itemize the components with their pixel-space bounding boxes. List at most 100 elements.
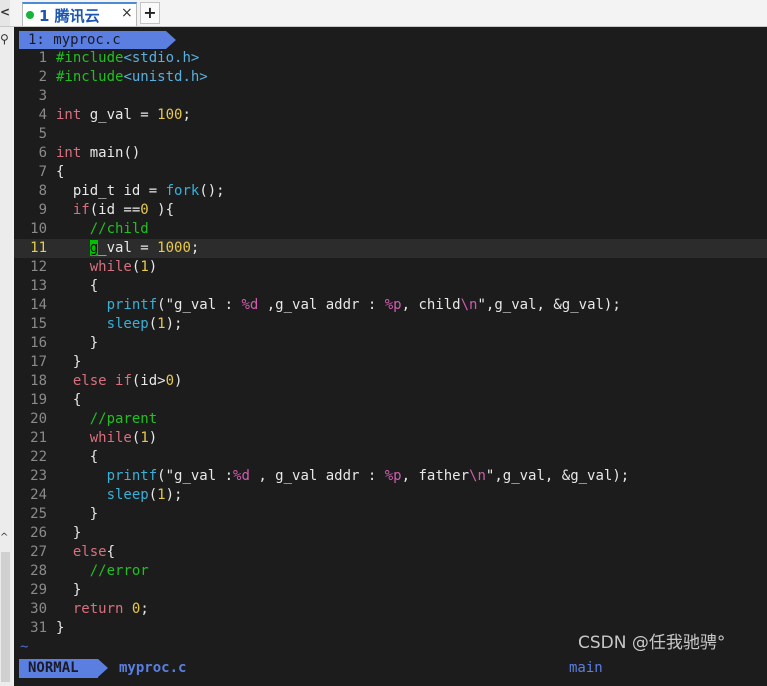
code-text[interactable]: } xyxy=(56,505,98,524)
line-number: 17 xyxy=(30,354,47,370)
watermark: CSDN @任我驰骋° xyxy=(578,633,726,653)
line-number: 10 xyxy=(30,221,47,237)
code-text[interactable]: } xyxy=(56,334,98,353)
tab-title: 1 腾讯云 xyxy=(39,7,100,25)
code-line[interactable]: 30 return 0; xyxy=(14,600,767,619)
code-text[interactable]: sleep(1); xyxy=(56,486,183,505)
code-line[interactable]: 1 #include<stdio.h> xyxy=(14,49,767,68)
line-number: 6 xyxy=(38,145,47,161)
code-line[interactable]: 22 { xyxy=(14,448,767,467)
code-text[interactable]: int main() xyxy=(56,144,140,163)
code-text[interactable]: } xyxy=(56,524,81,543)
code-line[interactable]: 19 { xyxy=(14,391,767,410)
code-text[interactable]: } xyxy=(56,581,81,600)
code-line[interactable]: 12 while(1) xyxy=(14,258,767,277)
code-text[interactable]: if(id ==0 ){ xyxy=(56,201,174,220)
code-line[interactable]: 17 } xyxy=(14,353,767,372)
code-text[interactable]: sleep(1); xyxy=(56,315,183,334)
tab-strip: < 1 腾讯云 × + xyxy=(0,0,767,27)
code-text[interactable]: printf("g_val :%d , g_val addr : %p, fat… xyxy=(56,467,630,486)
code-line[interactable]: 10 //child xyxy=(14,220,767,239)
terminal-editor[interactable]: 1: myproc.c 1 #include<stdio.h> 2 #include<… xyxy=(14,27,767,686)
code-line[interactable]: 8 pid_t id = fork(); xyxy=(14,182,767,201)
code-text[interactable]: while(1) xyxy=(56,429,157,448)
code-text[interactable]: else{ xyxy=(56,543,115,562)
empty-line-marker: ~ xyxy=(20,639,29,655)
code-line[interactable]: 24 sleep(1); xyxy=(14,486,767,505)
line-number: 11 xyxy=(30,240,47,256)
code-text[interactable]: //error xyxy=(56,562,149,581)
code-line[interactable]: 7{ xyxy=(14,163,767,182)
line-number: 20 xyxy=(30,411,47,427)
code-text[interactable]: else if(id>0) xyxy=(56,372,183,391)
chevron-up-icon[interactable]: ^ xyxy=(0,532,8,543)
line-number: 31 xyxy=(30,620,47,636)
code-line[interactable]: 23 printf("g_val :%d , g_val addr : %p, … xyxy=(14,467,767,486)
vim-statusline: NORMAL myproc.c main xyxy=(19,659,767,678)
code-text[interactable]: g_val = 1000; xyxy=(56,239,199,258)
line-number: 29 xyxy=(30,582,47,598)
code-text[interactable]: //child xyxy=(56,220,149,239)
text-cursor: g xyxy=(89,240,99,256)
line-number: 25 xyxy=(30,506,47,522)
code-text[interactable]: printf("g_val : %d ,g_val addr : %p, chi… xyxy=(56,296,621,315)
code-line[interactable]: 21 while(1) xyxy=(14,429,767,448)
line-number: 15 xyxy=(30,316,47,332)
code-line[interactable]: 9 if(id ==0 ){ xyxy=(14,201,767,220)
code-line[interactable]: 15 sleep(1); xyxy=(14,315,767,334)
line-number: 23 xyxy=(30,468,47,484)
code-line[interactable]: 13 { xyxy=(14,277,767,296)
code-line[interactable]: 26 } xyxy=(14,524,767,543)
code-text[interactable]: { xyxy=(56,277,98,296)
line-number: 27 xyxy=(30,544,47,560)
line-number: 3 xyxy=(38,88,47,104)
sidebar-scrollbar[interactable] xyxy=(1,552,10,682)
code-line[interactable]: 28 //error xyxy=(14,562,767,581)
code-line[interactable]: 5 xyxy=(14,125,767,144)
code-text[interactable]: return 0; xyxy=(56,600,149,619)
line-number: 22 xyxy=(30,449,47,465)
code-text[interactable]: while(1) xyxy=(56,258,157,277)
code-line[interactable]: 3 xyxy=(14,87,767,106)
close-tab-icon[interactable]: × xyxy=(121,5,133,21)
tab-scroll-left-button[interactable]: < xyxy=(0,0,10,26)
code-text[interactable]: #include<stdio.h> xyxy=(56,49,199,68)
code-line[interactable]: 6 int main() xyxy=(14,144,767,163)
vim-tab-label: 1: myproc.c xyxy=(28,32,121,48)
line-number: 26 xyxy=(30,525,47,541)
session-tab[interactable]: 1 腾讯云 × xyxy=(22,2,137,26)
line-number: 4 xyxy=(38,107,47,123)
code-text[interactable]: //parent xyxy=(56,410,157,429)
mode-indicator: NORMAL xyxy=(19,659,108,678)
code-text[interactable]: #include<unistd.h> xyxy=(56,68,208,87)
code-line[interactable]: 14 printf("g_val : %d ,g_val addr : %p, … xyxy=(14,296,767,315)
line-number: 1 xyxy=(38,50,47,66)
code-line[interactable]: 11 g_val = 1000; xyxy=(14,239,767,258)
code-text[interactable]: } xyxy=(56,619,64,638)
left-sidebar: ⚲ ^ xyxy=(0,27,12,686)
code-line[interactable]: 16 } xyxy=(14,334,767,353)
code-text[interactable]: int g_val = 100; xyxy=(56,106,191,125)
code-text[interactable]: { xyxy=(56,448,98,467)
code-text[interactable]: pid_t id = fork(); xyxy=(56,182,225,201)
code-line[interactable]: 20 //parent xyxy=(14,410,767,429)
code-line[interactable]: 4 int g_val = 100; xyxy=(14,106,767,125)
code-line[interactable]: 2 #include<unistd.h> xyxy=(14,68,767,87)
line-number: 28 xyxy=(30,563,47,579)
status-function: main xyxy=(569,660,603,676)
line-number: 14 xyxy=(30,297,47,313)
line-number: 2 xyxy=(38,69,47,85)
code-text[interactable]: { xyxy=(56,391,81,410)
code-line[interactable]: 29 } xyxy=(14,581,767,600)
connected-status-icon xyxy=(26,11,34,19)
code-line[interactable]: 27 else{ xyxy=(14,543,767,562)
code-text[interactable]: { xyxy=(56,163,64,182)
status-filename: myproc.c xyxy=(119,660,187,676)
code-line[interactable]: 18 else if(id>0) xyxy=(14,372,767,391)
code-line[interactable]: 25 } xyxy=(14,505,767,524)
vim-tabline[interactable]: 1: myproc.c xyxy=(19,31,176,49)
code-text[interactable]: } xyxy=(56,353,81,372)
line-number: 8 xyxy=(38,183,47,199)
search-icon[interactable]: ⚲ xyxy=(0,32,9,46)
new-tab-button[interactable]: + xyxy=(140,2,160,24)
